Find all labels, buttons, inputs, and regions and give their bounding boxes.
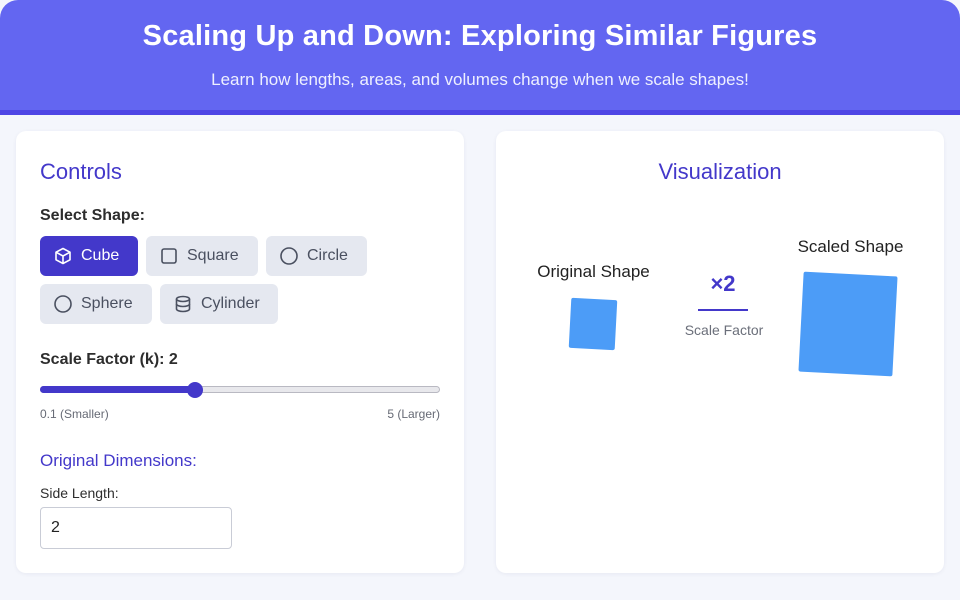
scaled-shape-label: Scaled Shape (797, 237, 904, 256)
page-title: Scaling Up and Down: Exploring Similar F… (142, 20, 818, 52)
visualization-title: Visualization (658, 159, 782, 184)
side-length-input[interactable] (40, 507, 232, 549)
scaled-shape (798, 271, 898, 377)
shape-button-sphere[interactable]: Sphere (40, 284, 152, 324)
shape-button-label: Cylinder (201, 295, 260, 312)
visualization-panel: Visualization Original Shape ×2 Scale Fa… (496, 131, 944, 573)
shape-button-cylinder[interactable]: Cylinder (160, 284, 278, 324)
scale-slider[interactable] (40, 382, 440, 398)
shape-button-circle[interactable]: Circle (266, 236, 367, 276)
sphere-icon (54, 295, 72, 313)
shape-button-label: Circle (307, 247, 348, 264)
slider-thumb[interactable] (187, 382, 203, 398)
controls-panel: Controls Select Shape: Cube Square Circl… (16, 131, 464, 573)
page-header: Scaling Up and Down: Exploring Similar F… (0, 0, 960, 115)
original-shape (568, 297, 618, 351)
range-max-label: 5 (Larger) (387, 407, 440, 421)
shape-button-label: Cube (81, 247, 120, 264)
square-icon (161, 248, 177, 264)
original-dimensions-title: Original Dimensions: (40, 451, 197, 470)
shape-button-label: Square (187, 247, 239, 264)
page-subtitle: Learn how lengths, areas, and volumes ch… (211, 70, 749, 89)
shape-button-square[interactable]: Square (146, 236, 258, 276)
scale-factor-label: Scale Factor (k): 2 (40, 351, 178, 368)
circle-icon (280, 247, 298, 265)
cube-icon (55, 247, 71, 265)
select-shape-label: Select Shape: (40, 207, 145, 224)
slider-fill (40, 386, 195, 393)
cylinder-icon (175, 295, 191, 313)
range-min-label: 0.1 (Smaller) (40, 407, 109, 421)
scale-divider (698, 309, 748, 311)
scale-factor-caption: Scale Factor (684, 322, 764, 338)
scale-multiplier: ×2 (710, 271, 736, 296)
shape-button-label: Sphere (81, 295, 133, 312)
original-shape-label: Original Shape (537, 262, 650, 281)
controls-title: Controls (40, 159, 122, 184)
shape-button-cube[interactable]: Cube (40, 236, 138, 276)
side-length-label: Side Length: (40, 485, 119, 501)
